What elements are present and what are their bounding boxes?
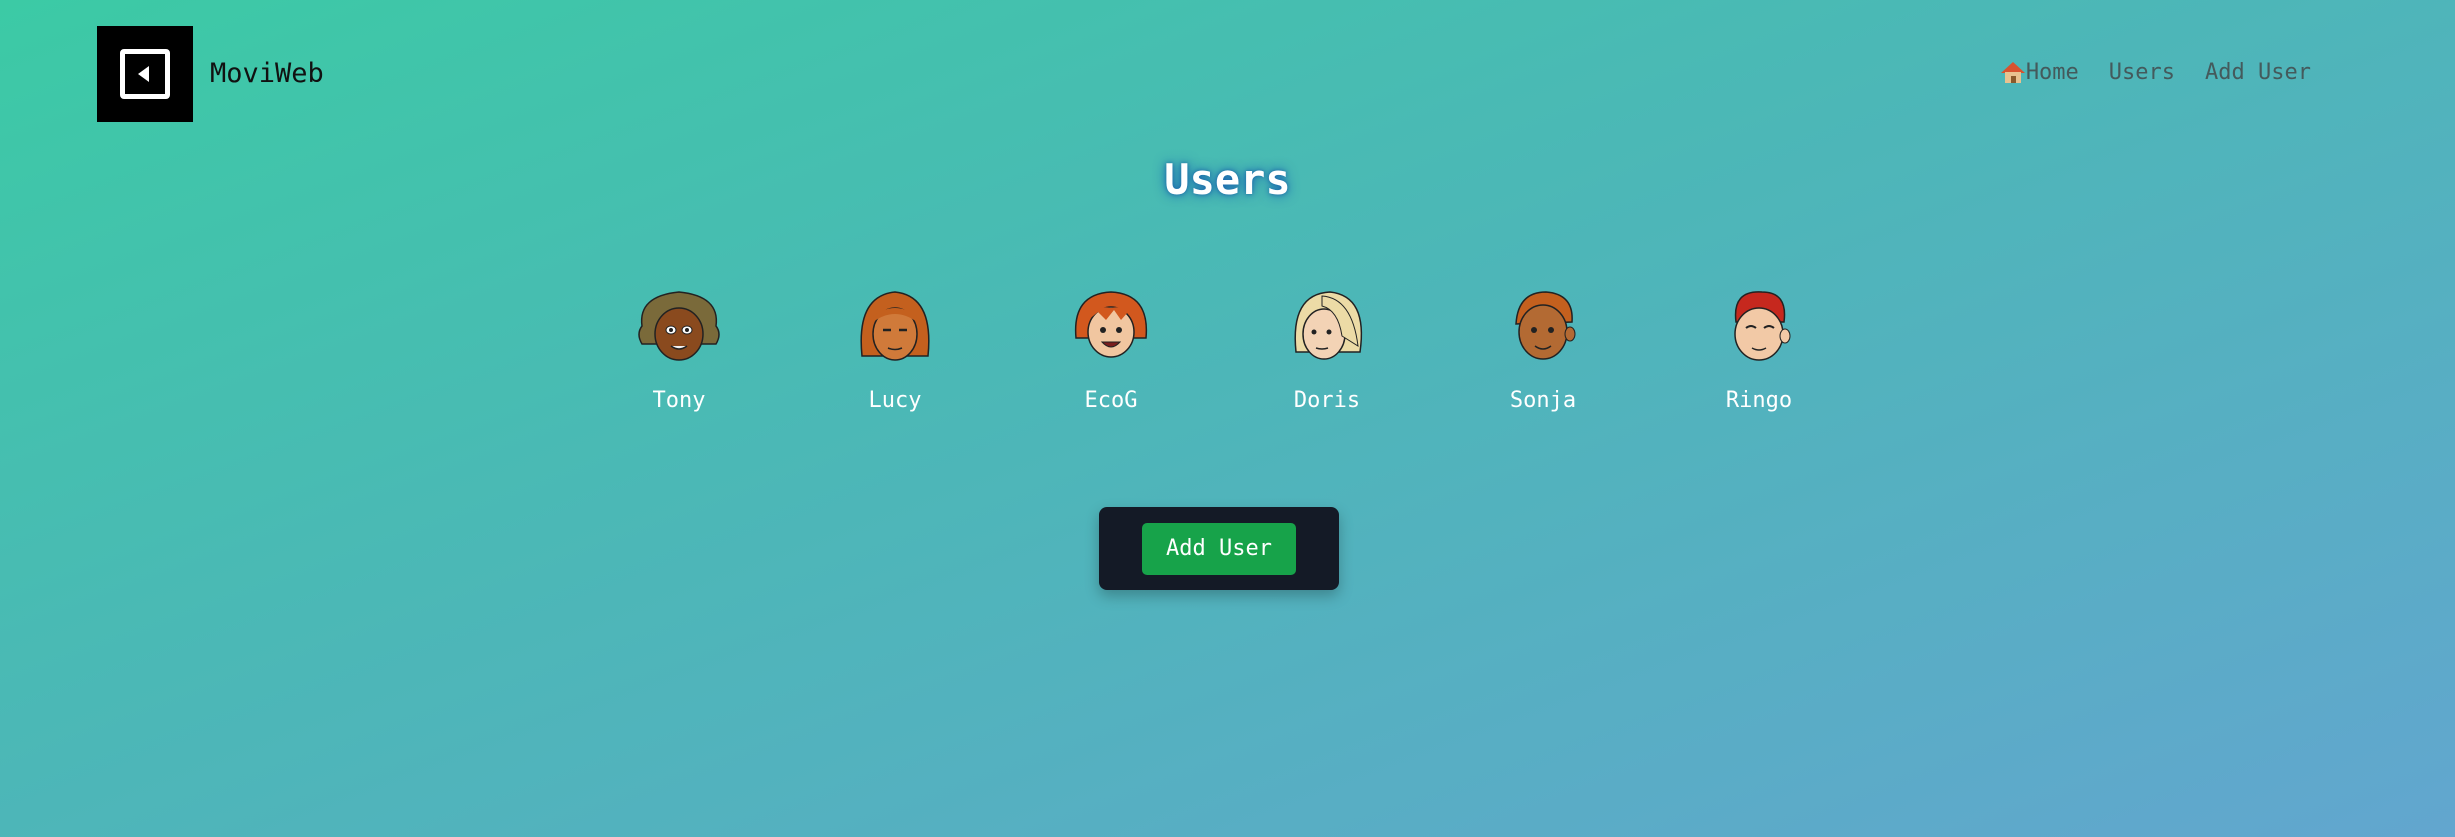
avatar (638, 291, 720, 361)
user-name: Ringo (1725, 388, 1793, 413)
user-card-ecog[interactable]: EcoG (1031, 286, 1191, 416)
avatar (1074, 291, 1148, 358)
user-card-sonja[interactable]: Sonja (1463, 286, 1623, 416)
user-card-tony[interactable]: Tony (599, 286, 759, 416)
user-card-doris[interactable]: Doris (1247, 286, 1407, 416)
brand-name: MoviWeb (210, 58, 324, 89)
nav-add-user[interactable]: Add User (2205, 58, 2311, 88)
add-user-panel: Add User (1099, 507, 1339, 590)
user-name: Tony (652, 388, 706, 413)
main-nav: Home Users Add User (2000, 58, 2311, 88)
avatar (860, 291, 930, 361)
user-name: Sonja (1509, 388, 1577, 413)
user-name: EcoG (1084, 388, 1138, 413)
logo[interactable] (97, 26, 193, 122)
add-user-button[interactable]: Add User (1142, 522, 1296, 575)
avatar (1515, 291, 1576, 360)
avatar (1294, 291, 1363, 360)
back-icon (120, 49, 170, 99)
user-card-ringo[interactable]: Ringo (1679, 286, 1839, 416)
page-title: Users (1164, 155, 1291, 204)
user-name: Lucy (868, 388, 922, 413)
avatar (1734, 291, 1791, 361)
nav-home-label: Home (2025, 60, 2079, 85)
nav-users[interactable]: Users (2109, 58, 2175, 88)
user-name: Doris (1293, 388, 1361, 413)
nav-home[interactable]: Home (2000, 58, 2079, 88)
user-card-lucy[interactable]: Lucy (815, 286, 975, 416)
house-icon (2000, 62, 2026, 84)
